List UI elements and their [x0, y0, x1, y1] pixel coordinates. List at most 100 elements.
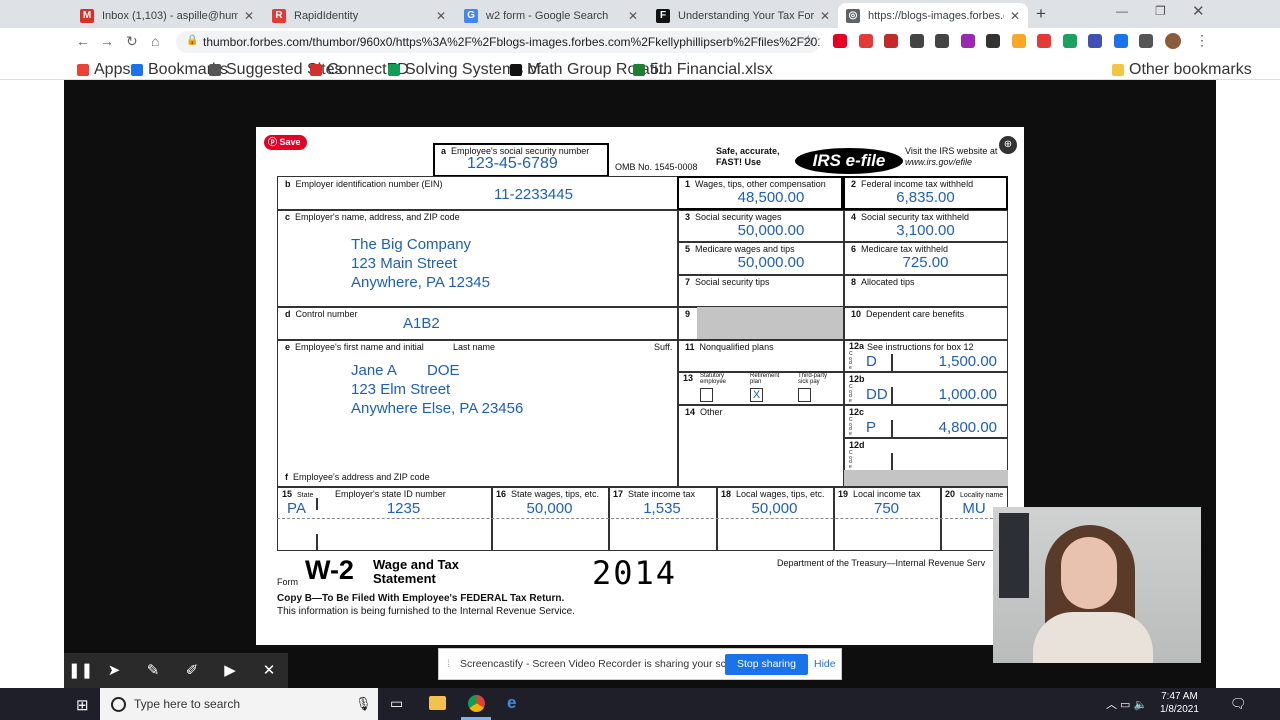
- extension-icon-9[interactable]: [1062, 34, 1077, 48]
- box-14-label: 14 Other: [685, 407, 723, 417]
- tax-year: 2014: [592, 554, 678, 592]
- menu-icon[interactable]: ⋮: [1195, 32, 1209, 49]
- task-view-icon[interactable]: ▭: [390, 695, 403, 712]
- box-number: 2: [851, 179, 857, 189]
- bookmark-icon: [131, 64, 143, 76]
- state-row-label-5: 19 Local income tax: [838, 489, 921, 499]
- tab-4[interactable]: ◎ https://blogs-images.forbes.com ✕: [838, 3, 1028, 28]
- highlighter-icon[interactable]: ✐: [180, 661, 204, 679]
- divider: [843, 371, 1008, 373]
- hide-button[interactable]: Hide: [814, 658, 836, 670]
- state-row-value-4: 50,000: [751, 500, 798, 517]
- notifications-icon[interactable]: 🗨: [1230, 696, 1247, 712]
- bookmark-label: 5th Financial.xlsx: [650, 61, 773, 78]
- extension-icon-2[interactable]: [884, 34, 898, 48]
- taskbar-search-box[interactable]: Type here to search: [100, 688, 378, 720]
- tab-close-icon[interactable]: ✕: [628, 9, 638, 23]
- camera-icon[interactable]: ▶: [218, 661, 242, 679]
- chrome-taskbar-icon[interactable]: [468, 695, 485, 712]
- extension-icon-6[interactable]: [986, 34, 1000, 48]
- forward-icon[interactable]: →: [100, 33, 114, 49]
- omb-number: OMB No. 1545-0008: [615, 162, 698, 172]
- box-12a-amount: 1,500.00: [938, 353, 997, 370]
- drag-handle-icon[interactable]: ⁞: [447, 658, 450, 670]
- close-toolbar-icon[interactable]: ✕: [257, 661, 281, 679]
- tab-2[interactable]: Gw2 form - Google Search ✕: [456, 3, 646, 28]
- box-12-code-label: Code: [849, 384, 853, 404]
- code-divider: [891, 354, 893, 371]
- screencastify-toolbar: ❚❚ ➤ ✎ ✐ ▶ ✕: [64, 653, 288, 688]
- tab-close-icon[interactable]: ✕: [244, 9, 254, 23]
- windows-start-icon[interactable]: ⊞: [76, 696, 89, 714]
- clock[interactable]: 7:47 AM 1/8/2021: [1160, 690, 1199, 716]
- internet-explorer-icon[interactable]: e: [507, 693, 516, 713]
- tray-icons[interactable]: ︿ ▭ 🔈: [1106, 696, 1147, 712]
- tab-1[interactable]: R RapidIdentity ✕: [264, 3, 454, 28]
- box-label-text: Medicare tax withheld: [861, 244, 949, 254]
- state-label-text: Locality name: [960, 492, 1004, 499]
- bookmark-icon: [209, 64, 221, 76]
- box-label-text: Wages, tips, other compensation: [695, 179, 826, 189]
- pause-icon[interactable]: ❚❚: [68, 661, 93, 679]
- copy-b-text: Copy B—To Be Filed With Employee's FEDER…: [277, 593, 565, 604]
- box-13-checkbox-1[interactable]: X: [750, 388, 763, 402]
- stop-sharing-button[interactable]: Stop sharing: [725, 654, 808, 675]
- box-12c-number: 12c: [849, 407, 865, 417]
- state-row-value-1: 1235: [386, 500, 421, 517]
- state-row-value-3: 1,535: [643, 500, 681, 517]
- file-explorer-icon[interactable]: [429, 696, 446, 710]
- other-bookmarks[interactable]: Other bookmarks: [1112, 61, 1252, 79]
- home-icon[interactable]: ⌂: [151, 33, 159, 49]
- tab-0[interactable]: M Inbox (1,103) - aspille@humbleis ✕: [72, 3, 262, 28]
- state-row-label-2: 16 State wages, tips, etc.: [496, 489, 599, 499]
- extension-icon-7[interactable]: [1011, 34, 1026, 48]
- state-row-value-0: PA: [287, 500, 306, 517]
- extension-icon-5[interactable]: [960, 34, 975, 48]
- reload-icon[interactable]: ↻: [126, 33, 138, 50]
- bookmark-0[interactable]: Apps: [77, 61, 130, 79]
- zoom-lens-icon[interactable]: ⊕: [999, 136, 1017, 154]
- extension-icon-8[interactable]: [1037, 34, 1051, 48]
- irs-efile-logo: IRS e-file: [795, 148, 903, 174]
- box-13-checkbox-2[interactable]: [798, 388, 811, 402]
- tab-close-icon[interactable]: ✕: [1010, 9, 1020, 23]
- form-name: W-2: [305, 555, 354, 585]
- close-window-button[interactable]: ✕: [1192, 2, 1205, 20]
- tab-3[interactable]: F Understanding Your Tax Forms: T ✕: [648, 3, 838, 28]
- divider: [843, 404, 1008, 406]
- address-bar[interactable]: thumbor.forbes.com/thumbor/960x0/https%3…: [176, 31, 820, 53]
- extension-icon-4[interactable]: [935, 34, 949, 48]
- box-number: 6: [851, 244, 857, 254]
- box-number: 18: [721, 489, 732, 499]
- box-label-text: Social security tips: [695, 277, 770, 287]
- extension-icon-0[interactable]: [833, 34, 847, 48]
- restore-button[interactable]: ❐: [1155, 4, 1166, 18]
- pen-icon[interactable]: ✎: [141, 661, 165, 679]
- cursor-icon[interactable]: ➤: [102, 661, 126, 679]
- employee-address-line: Anywhere Else, PA 23456: [351, 400, 524, 417]
- extension-icon-11[interactable]: [1113, 34, 1128, 48]
- bookmark-6[interactable]: 5th Financial.xlsx: [633, 61, 773, 79]
- minimize-button[interactable]: —: [1116, 4, 1128, 18]
- pinterest-save-button[interactable]: ⓟ Save: [264, 135, 307, 150]
- microphone-icon[interactable]: 🎙: [355, 696, 372, 712]
- box-5-value: 50,000.00: [737, 254, 805, 271]
- tab-close-icon[interactable]: ✕: [436, 9, 446, 23]
- box-12-code-label: Code: [849, 417, 853, 437]
- box-13-checkbox-0[interactable]: [700, 388, 713, 402]
- save-label: Save: [279, 137, 301, 147]
- extension-icon-1[interactable]: [858, 34, 873, 48]
- box-13-number: 13: [683, 373, 694, 383]
- box-10-label: 10 Dependent care benefits: [851, 309, 964, 319]
- box-number: 5: [685, 244, 691, 254]
- extension-icon-3[interactable]: [909, 34, 924, 48]
- extension-icon-12[interactable]: [1139, 34, 1153, 48]
- profile-avatar[interactable]: [1165, 33, 1181, 49]
- extension-icon-10[interactable]: [1088, 34, 1102, 48]
- bookmark-star-icon[interactable]: ☆: [802, 32, 815, 49]
- new-tab-button[interactable]: +: [1036, 4, 1046, 24]
- tab-close-icon[interactable]: ✕: [820, 9, 830, 23]
- webcam-person-face: [1061, 537, 1117, 609]
- back-icon[interactable]: ←: [76, 33, 90, 49]
- box-6-value: 725.00: [902, 254, 949, 271]
